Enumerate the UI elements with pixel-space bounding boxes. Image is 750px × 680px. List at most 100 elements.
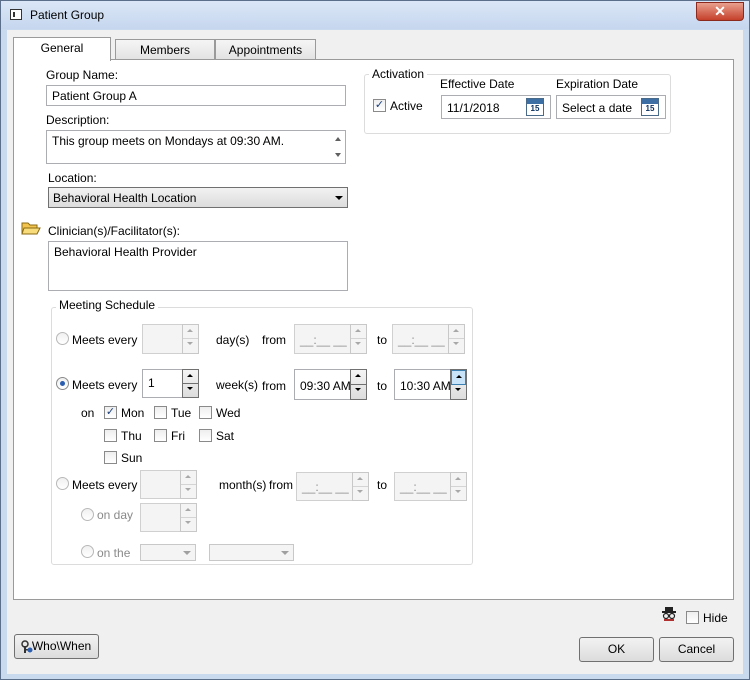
meets-every-week-label: Meets every (72, 378, 138, 392)
chevron-down-icon (281, 551, 289, 555)
week-from-label: from (262, 379, 286, 393)
patient-group-window: Patient Group ✕ General Members Appointm… (0, 0, 750, 680)
month-from-label: from (269, 478, 293, 492)
dialog-client: General Members Appointments Group Name:… (7, 30, 743, 674)
group-name-label: Group Name: (46, 68, 119, 82)
day-wed-checkbox[interactable] (199, 406, 212, 419)
meeting-schedule-title: Meeting Schedule (56, 298, 159, 312)
hide-checkbox[interactable] (686, 611, 699, 624)
active-checkbox[interactable]: ✓ (373, 99, 386, 112)
open-folder-icon[interactable] (21, 220, 41, 236)
group-name-input[interactable]: Patient Group A (46, 85, 346, 106)
day-mon-label: Mon (121, 406, 145, 420)
day-tue-label: Tue (171, 406, 192, 420)
description-label: Description: (46, 113, 110, 127)
month-to-time-stepper[interactable] (450, 472, 467, 501)
day-interval-stepper[interactable] (182, 324, 199, 354)
scroll-down-icon[interactable] (335, 153, 341, 157)
meets-every-month-radio[interactable] (56, 477, 69, 490)
activation-title: Activation (369, 67, 428, 81)
month-interval-stepper[interactable] (180, 470, 197, 499)
day-fri-checkbox[interactable] (154, 429, 167, 442)
calendar-icon[interactable]: 15 (526, 98, 544, 116)
day-sun-label: Sun (121, 451, 143, 465)
day-thu-checkbox[interactable] (104, 429, 117, 442)
who-when-label: Who\When (31, 639, 92, 653)
on-day-radio[interactable] (81, 508, 94, 521)
day-unit-label: day(s) (216, 333, 250, 347)
effective-date-label: Effective Date (440, 77, 515, 91)
day-to-time-input[interactable]: __:__ __ (392, 324, 450, 354)
description-text: This group meets on Mondays at 09:30 AM. (52, 134, 285, 148)
hide-label: Hide (703, 611, 728, 625)
active-label: Active (390, 99, 423, 113)
month-to-label: to (377, 478, 388, 492)
week-to-time-stepper[interactable] (450, 369, 467, 400)
month-interval-input[interactable] (140, 470, 182, 499)
meets-every-day-label: Meets every (72, 333, 138, 347)
day-to-time-stepper[interactable] (448, 324, 465, 354)
month-unit-label: month(s) (219, 478, 267, 492)
month-from-time-stepper[interactable] (352, 472, 369, 501)
day-sat-label: Sat (216, 429, 235, 443)
day-from-label: from (262, 333, 286, 347)
description-textarea[interactable]: This group meets on Mondays at 09:30 AM. (46, 130, 346, 164)
week-interval-stepper[interactable] (182, 369, 199, 398)
clinicians-label: Clinician(s)/Facilitator(s): (48, 224, 181, 238)
location-selected-value: Behavioral Health Location (53, 191, 197, 205)
day-mon-checkbox[interactable]: ✓ (104, 406, 117, 419)
week-unit-label: week(s) (216, 378, 259, 392)
day-tue-checkbox[interactable] (154, 406, 167, 419)
effective-date-value: 11/1/2018 (447, 101, 500, 115)
week-to-label: to (377, 379, 388, 393)
week-from-time-input[interactable]: 09:30 AM (294, 369, 352, 400)
day-from-time-input[interactable]: __:__ __ (294, 324, 352, 354)
meets-every-day-radio[interactable] (56, 332, 69, 345)
weekday-select[interactable] (209, 544, 294, 561)
month-to-time-input[interactable]: __:__ __ (394, 472, 452, 501)
clinicians-list[interactable]: Behavioral Health Provider (48, 241, 348, 291)
tab-general[interactable]: General (13, 37, 111, 61)
meets-every-week-radio[interactable] (56, 377, 69, 390)
day-sun-checkbox[interactable] (104, 451, 117, 464)
calendar-icon[interactable]: 15 (641, 98, 659, 116)
week-on-label: on (81, 406, 95, 420)
day-interval-input[interactable] (142, 324, 184, 354)
ok-button[interactable]: OK (579, 637, 654, 662)
day-thu-label: Thu (121, 429, 142, 443)
location-select[interactable]: Behavioral Health Location (48, 187, 348, 208)
location-label: Location: (48, 171, 97, 185)
week-from-time-stepper[interactable] (350, 369, 367, 400)
month-from-time-input[interactable]: __:__ __ (296, 472, 354, 501)
day-from-time-stepper[interactable] (350, 324, 367, 354)
on-the-label: on the (97, 546, 131, 560)
key-icon (21, 640, 33, 653)
day-to-label: to (377, 333, 388, 347)
tab-members[interactable]: Members (115, 39, 215, 60)
chevron-down-icon (335, 196, 343, 200)
expiration-date-placeholder: Select a date (562, 101, 633, 115)
week-to-time-input[interactable]: 10:30 AM (394, 369, 452, 400)
day-wed-label: Wed (216, 406, 241, 420)
expiration-date-label: Expiration Date (556, 77, 639, 91)
week-interval-input[interactable]: 1 (142, 369, 184, 398)
cancel-button[interactable]: Cancel (659, 637, 734, 662)
window-icon (10, 9, 22, 20)
on-the-radio[interactable] (81, 545, 94, 558)
day-fri-label: Fri (171, 429, 185, 443)
scroll-up-icon[interactable] (335, 137, 341, 141)
week-ordinal-select[interactable] (140, 544, 196, 561)
title-bar[interactable]: Patient Group ✕ (1, 1, 749, 29)
on-day-stepper[interactable] (180, 503, 197, 532)
general-tab-panel: Group Name: Patient Group A Description:… (13, 59, 734, 600)
day-sat-checkbox[interactable] (199, 429, 212, 442)
tab-appointments[interactable]: Appointments (215, 39, 316, 60)
who-when-button[interactable]: Who\When (14, 634, 99, 659)
on-day-label: on day (97, 508, 134, 522)
chevron-down-icon (183, 551, 191, 555)
meets-every-month-label: Meets every (72, 478, 138, 492)
on-day-input[interactable] (140, 503, 182, 532)
window-title: Patient Group (30, 8, 105, 22)
clinician-item[interactable]: Behavioral Health Provider (54, 245, 197, 259)
close-button[interactable]: ✕ (696, 2, 744, 21)
